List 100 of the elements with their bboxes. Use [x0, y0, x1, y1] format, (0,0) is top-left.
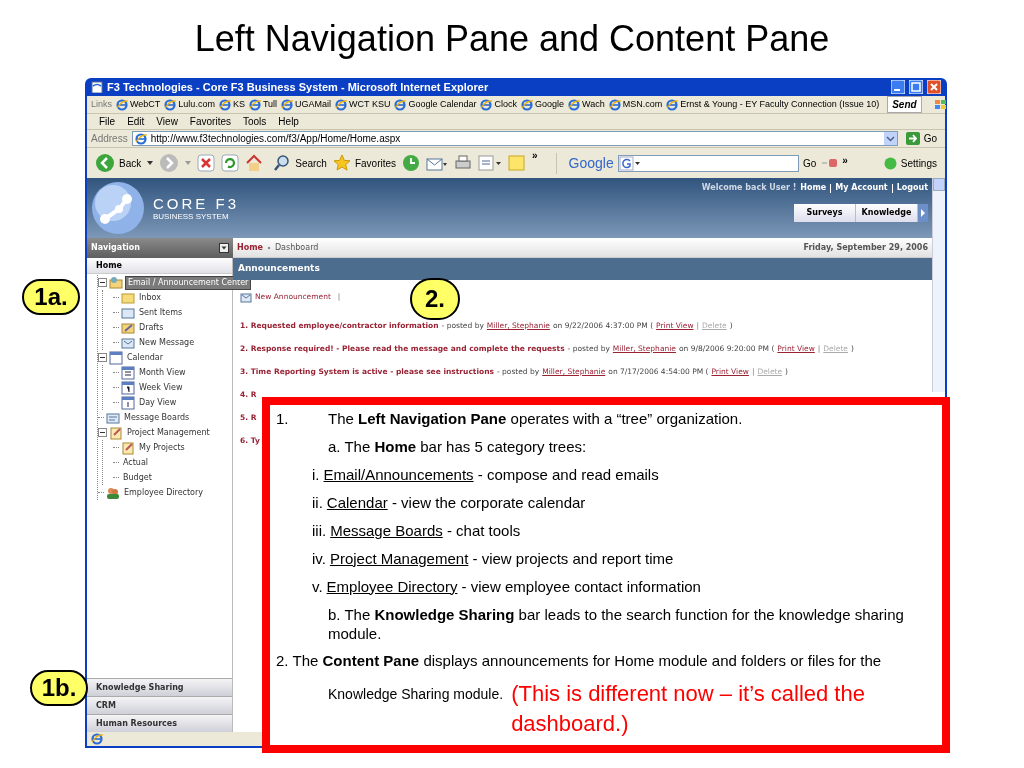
note-text: Project Management - view projects and report time: [329, 548, 674, 569]
ie-icon: [394, 98, 407, 111]
tree-item[interactable]: Day View: [137, 396, 179, 409]
tree-item[interactable]: Employee Directory: [122, 486, 206, 499]
send-button[interactable]: Send: [887, 96, 922, 113]
menu-item[interactable]: File: [99, 114, 116, 129]
scrollbar[interactable]: [932, 178, 945, 392]
tree-item[interactable]: New Message: [137, 336, 197, 349]
list-marker: iv.: [312, 548, 326, 569]
tree-item[interactable]: My Projects: [137, 441, 187, 454]
overflow-chevron[interactable]: »: [532, 148, 538, 163]
announcement-icon: [240, 291, 252, 303]
breadcrumb-link[interactable]: Home: [237, 241, 263, 254]
module-bar[interactable]: CRM: [87, 696, 232, 714]
content-header: Announcements: [233, 258, 932, 280]
link[interactable]: Google: [535, 97, 565, 112]
ie-icon: [335, 98, 348, 111]
menu-item[interactable]: View: [156, 114, 178, 129]
links-label: Links: [91, 97, 112, 111]
link[interactable]: Project Management: [329, 549, 469, 567]
logo-icon: [91, 181, 145, 235]
go-button[interactable]: Go: [901, 131, 941, 146]
link[interactable]: UGAMail: [295, 97, 332, 112]
menu-item[interactable]: Favorites: [189, 114, 231, 129]
link[interactable]: Message Boards: [330, 521, 443, 539]
close-icon[interactable]: [927, 80, 941, 94]
people-icon: [106, 485, 120, 500]
refresh-icon[interactable]: [221, 154, 240, 172]
link[interactable]: MSN.com: [622, 97, 663, 112]
google-search-field[interactable]: [617, 154, 799, 172]
tree-item[interactable]: Inbox: [137, 291, 163, 304]
menu-item[interactable]: Help: [278, 114, 299, 129]
list-marker: v.: [312, 576, 323, 597]
collapse-icon[interactable]: [98, 278, 107, 287]
note-text: The Left Navigation Pane operates with a “tree” organization.: [328, 408, 743, 429]
slide-title: Left Navigation Pane and Content Pane: [193, 17, 831, 61]
menu-item[interactable]: Tools: [243, 114, 267, 129]
google-logo: Google: [568, 153, 614, 173]
tree-item[interactable]: Budget: [121, 471, 154, 484]
link[interactable]: KS: [232, 97, 245, 112]
nav-section-header[interactable]: Home: [87, 258, 232, 274]
google-g-icon: [618, 155, 641, 171]
tree-item[interactable]: Month View: [137, 366, 188, 379]
overflow-chevron[interactable]: »: [842, 152, 848, 168]
settings-button[interactable]: Settings: [883, 155, 937, 171]
link[interactable]: Email/Announcements: [323, 465, 474, 483]
header-link[interactable]: Home: [800, 182, 827, 194]
module-tab[interactable]: Knowledge: [856, 204, 918, 222]
back-button[interactable]: Back: [95, 153, 142, 173]
dropdown-icon[interactable]: [883, 132, 897, 145]
tree-item[interactable]: Week View: [137, 381, 185, 394]
ie-icon: [91, 733, 103, 745]
ie-icon: [521, 98, 533, 111]
tree-item[interactable]: Email / Announcement Center: [125, 275, 252, 290]
history-icon[interactable]: [402, 154, 421, 172]
print-icon[interactable]: [454, 154, 473, 172]
link[interactable]: Google Calendar: [408, 97, 477, 112]
address-field[interactable]: http://www.f3technologies.com/f3/App/Home/Home.aspx: [131, 131, 898, 146]
collapse-icon[interactable]: [219, 243, 229, 253]
go-button[interactable]: Go: [802, 155, 817, 171]
collapse-icon[interactable]: [98, 428, 107, 437]
ie-icon: [218, 98, 231, 111]
notepad-icon: [121, 440, 135, 455]
link[interactable]: Calendar: [326, 493, 388, 511]
tree-item[interactable]: Project Management: [125, 426, 212, 439]
module-tab[interactable]: Surveys: [794, 204, 856, 222]
link[interactable]: Tull: [262, 97, 278, 112]
module-bar[interactable]: Knowledge Sharing: [87, 678, 232, 696]
menu-item[interactable]: Edit: [127, 114, 145, 129]
link[interactable]: Ernst & Young - EY Faculty Connection (Issue 10): [680, 97, 880, 112]
tree-item[interactable]: Calendar: [125, 351, 165, 364]
ie-icon: [608, 98, 621, 111]
note-text: Employee Directory - view employee contact information: [326, 576, 701, 597]
document-icon[interactable]: [478, 154, 503, 172]
list-marker: ii.: [312, 492, 323, 513]
maximize-icon[interactable]: [909, 80, 923, 94]
link[interactable]: Wach: [582, 97, 605, 112]
ie-icon: [164, 98, 177, 111]
ie-icon: [116, 98, 128, 111]
favorites-button[interactable]: Favorites: [332, 154, 397, 172]
separator-dot-icon: [266, 245, 271, 250]
board-icon: [106, 410, 120, 425]
tree-item[interactable]: Sent Items: [137, 306, 185, 319]
tree-item[interactable]: Drafts: [137, 321, 166, 334]
breadcrumb-current: Dashboard: [274, 241, 320, 254]
link[interactable]: WCT KSU: [349, 97, 391, 112]
link[interactable]: WebCT: [130, 97, 161, 112]
tree-item[interactable]: Actual: [121, 456, 151, 469]
home-icon[interactable]: [245, 154, 264, 172]
collapse-icon[interactable]: [98, 353, 107, 362]
header-link[interactable]: My Account: [835, 182, 888, 194]
link[interactable]: Lulu.com: [178, 97, 215, 112]
header-link[interactable]: Logout: [896, 182, 928, 194]
search-button[interactable]: Search: [273, 154, 327, 172]
link[interactable]: Clock: [494, 97, 517, 112]
minimize-icon[interactable]: [891, 80, 905, 94]
tree-item[interactable]: Message Boards: [122, 411, 192, 424]
link[interactable]: Employee Directory: [326, 577, 458, 595]
stop-icon[interactable]: [197, 154, 216, 172]
module-bar[interactable]: Human Resources: [87, 714, 232, 732]
